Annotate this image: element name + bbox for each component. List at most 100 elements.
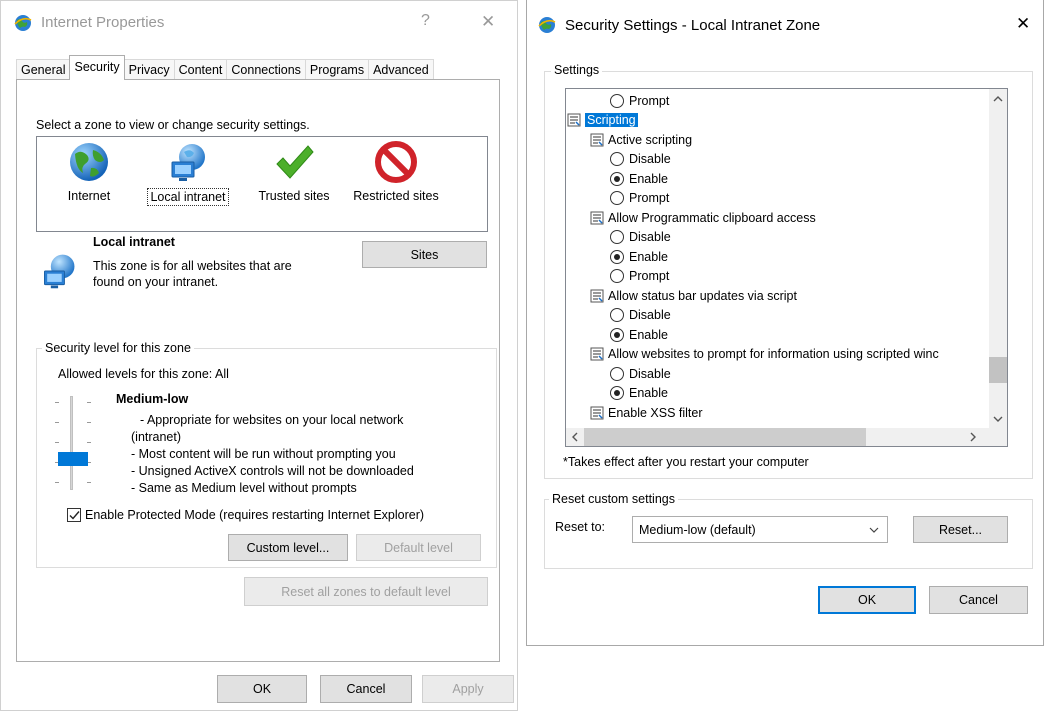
- close-button[interactable]: ✕: [481, 12, 495, 32]
- scroll-down-icon[interactable]: [993, 415, 1003, 423]
- radio-option-row[interactable]: Disable: [610, 150, 671, 169]
- zone-internet[interactable]: Internet: [57, 137, 121, 204]
- tree-row-label: Allow Programmatic clipboard access: [608, 210, 816, 225]
- tab-advanced[interactable]: Advanced: [368, 59, 434, 80]
- zone-description-line1: This zone is for all websites that are: [93, 259, 292, 273]
- radio-button[interactable]: [610, 93, 624, 108]
- radio-option-row[interactable]: Disable: [610, 228, 671, 247]
- tree-row-label: Scripting: [585, 113, 638, 127]
- setting-row[interactable]: Active scripting: [590, 130, 692, 149]
- tree-row-label: Prompt: [629, 269, 670, 283]
- tab-content[interactable]: Content: [173, 59, 228, 80]
- window-title: Internet Properties: [41, 14, 165, 31]
- radio-option-row[interactable]: Disable: [610, 364, 671, 383]
- zone-restricted-sites[interactable]: Restricted sites: [345, 137, 447, 204]
- zone-trusted-sites[interactable]: Trusted sites: [249, 137, 339, 204]
- zone-list: Internet Local intranet Trusted sites Re…: [36, 136, 488, 232]
- radio-button[interactable]: [610, 269, 624, 283]
- zone-prompt: Select a zone to view or change security…: [36, 118, 310, 132]
- zone-local-intranet[interactable]: Local intranet: [143, 137, 233, 206]
- reset-button[interactable]: Reset...: [913, 516, 1008, 543]
- settings-icon: [590, 347, 604, 361]
- scroll-left-icon[interactable]: [571, 432, 579, 442]
- tree-row-label: Allow status bar updates via script: [608, 288, 797, 303]
- reset-to-value: Medium-low (default): [639, 522, 756, 537]
- settings-icon: [590, 289, 604, 303]
- settings-close-button[interactable]: ✕: [1016, 14, 1030, 34]
- tree-row-label: Prompt: [629, 191, 670, 205]
- radio-option-row[interactable]: Enable: [610, 325, 668, 344]
- radio-button[interactable]: [610, 249, 624, 264]
- radio-option-row[interactable]: Enable: [610, 247, 668, 266]
- slider-tick: [55, 402, 59, 403]
- vertical-scrollbar[interactable]: [989, 89, 1007, 429]
- level-desc-line: (intranet): [131, 430, 182, 444]
- level-desc-line: - Unsigned ActiveX controls will not be …: [131, 464, 414, 478]
- settings-ok-button[interactable]: OK: [818, 586, 916, 614]
- scroll-up-icon[interactable]: [993, 95, 1003, 103]
- tab-privacy[interactable]: Privacy: [123, 59, 175, 80]
- ok-button[interactable]: OK: [217, 675, 307, 703]
- zone-restricted-sites-label: Restricted sites: [353, 189, 439, 203]
- slider-tick: [87, 482, 91, 483]
- reset-all-zones-button[interactable]: Reset all zones to default level: [244, 577, 488, 606]
- tab-general[interactable]: General: [16, 59, 71, 80]
- radio-option-row[interactable]: Prompt: [610, 267, 669, 286]
- radio-button[interactable]: [610, 327, 624, 342]
- default-level-button[interactable]: Default level: [356, 534, 481, 561]
- tab-security[interactable]: Security: [69, 55, 125, 80]
- cancel-button[interactable]: Cancel: [320, 675, 412, 703]
- setting-row[interactable]: Allow status bar updates via script: [590, 286, 797, 305]
- radio-button[interactable]: [610, 230, 624, 244]
- internet-properties-window: Internet Properties ? ✕ General Security…: [0, 0, 518, 711]
- intranet-globe-icon: [171, 144, 205, 181]
- horizontal-scrollbar[interactable]: [566, 428, 991, 446]
- radio-button[interactable]: [610, 308, 624, 322]
- radio-option-row[interactable]: Enable: [610, 169, 668, 188]
- radio-option-row[interactable]: Prompt: [610, 91, 669, 110]
- zone-trusted-sites-label: Trusted sites: [258, 189, 330, 203]
- category-row[interactable]: Scripting: [567, 111, 638, 130]
- reset-to-dropdown[interactable]: Medium-low (default): [632, 516, 888, 543]
- custom-level-button[interactable]: Custom level...: [228, 534, 348, 561]
- apply-button[interactable]: Apply: [422, 675, 514, 703]
- radio-option-row[interactable]: Disable: [610, 306, 671, 325]
- slider-tick: [55, 442, 59, 443]
- tab-bar: General Security Privacy Content Connect…: [16, 55, 434, 80]
- settings-icon: [590, 406, 604, 420]
- radio-button[interactable]: [610, 152, 624, 166]
- reset-to-label: Reset to:: [555, 520, 606, 534]
- radio-button[interactable]: [610, 386, 624, 400]
- setting-row[interactable]: Allow Programmatic clipboard access: [590, 208, 816, 227]
- settings-tree[interactable]: Prompt Scripting Active scripting Disable En…: [565, 88, 1008, 447]
- tab-connections[interactable]: Connections: [226, 59, 306, 80]
- zone-title: Local intranet: [93, 235, 175, 249]
- sites-button[interactable]: Sites: [362, 241, 487, 268]
- setting-row[interactable]: Allow websites to prompt for information…: [590, 345, 939, 364]
- settings-group-label: Settings: [551, 63, 603, 77]
- protected-mode-row[interactable]: Enable Protected Mode (requires restarti…: [67, 508, 424, 522]
- radio-option-row[interactable]: Prompt: [610, 189, 669, 208]
- radio-button[interactable]: [610, 191, 624, 205]
- help-button[interactable]: ?: [421, 12, 430, 30]
- radio-option-row[interactable]: Enable: [610, 384, 668, 403]
- radio-button[interactable]: [610, 366, 624, 381]
- protected-mode-checkbox[interactable]: [67, 508, 81, 522]
- tree-row-label: Allow websites to prompt for information…: [608, 347, 939, 361]
- intranet-zone-icon: [44, 254, 75, 289]
- reset-group-label: Reset custom settings: [549, 492, 678, 506]
- horizontal-scroll-thumb[interactable]: [584, 428, 866, 446]
- tab-programs[interactable]: Programs: [304, 59, 370, 80]
- scroll-right-icon[interactable]: [969, 432, 977, 442]
- setting-row[interactable]: Enable XSS filter: [590, 403, 703, 422]
- zone-description-line2: found on your intranet.: [93, 275, 219, 289]
- zone-internet-label: Internet: [67, 189, 111, 203]
- security-level-slider[interactable]: [51, 394, 101, 494]
- radio-button[interactable]: [610, 171, 624, 186]
- settings-icon: [590, 133, 604, 147]
- settings-cancel-button[interactable]: Cancel: [929, 586, 1028, 614]
- slider-thumb[interactable]: [58, 452, 88, 466]
- slider-tick: [87, 442, 91, 443]
- settings-icon: [590, 211, 604, 225]
- vertical-scroll-thumb[interactable]: [989, 357, 1007, 383]
